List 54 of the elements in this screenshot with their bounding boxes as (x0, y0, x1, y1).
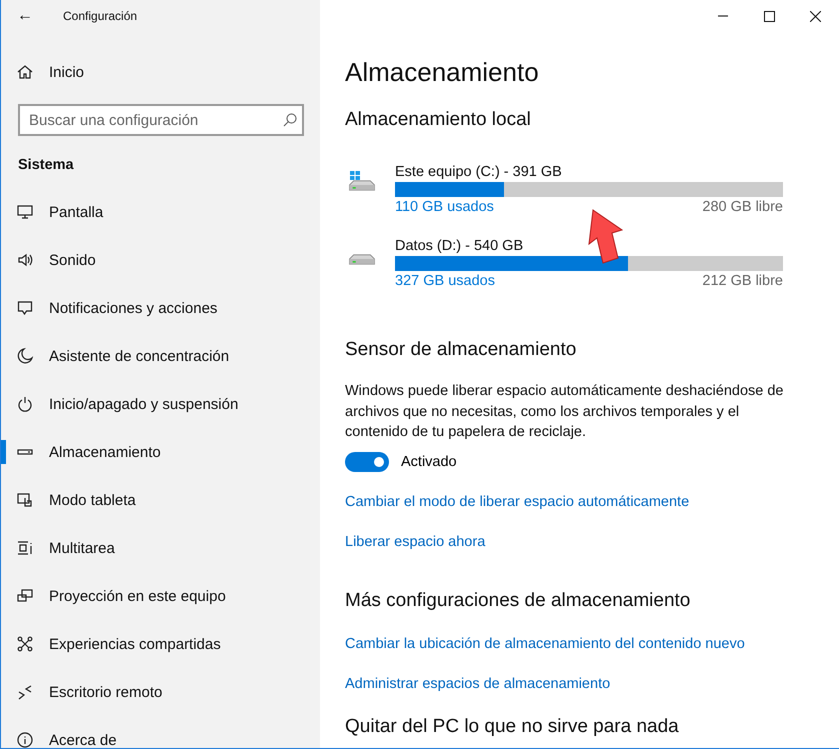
sidebar-item[interactable]: Experiencias compartidas (1, 620, 320, 668)
free-space-label: 280 GB libre (702, 198, 783, 217)
home-icon (17, 64, 33, 80)
link[interactable]: Cambiar el modo de liberar espacio automáticamente (345, 492, 839, 512)
display-icon (17, 204, 33, 220)
back-button[interactable]: ← (1, 0, 49, 32)
message-icon (17, 300, 33, 316)
link[interactable]: Liberar espacio ahora (345, 532, 839, 552)
sidebar-item[interactable]: Notificaciones y acciones (1, 284, 320, 332)
free-space-label: 212 GB libre (702, 272, 783, 291)
link[interactable]: Cambiar la ubicación de almacenamiento del contenido nuevo (345, 634, 839, 654)
description-text: Windows puede liberar espacio automáticamente deshaciéndose de archivos que no necesitas, como los archivos temporales y el contenido de tu papelera de reciclaje. (345, 382, 784, 442)
sidebar-item[interactable]: Modo tableta (1, 476, 320, 524)
share-icon (17, 636, 33, 652)
sidebar-item[interactable]: Multitarea (1, 524, 320, 572)
search-field[interactable]: Buscar una configuración (18, 104, 304, 136)
window-title: Configuración (63, 9, 138, 23)
section-heading: Más configuraciones de almacenamiento (345, 588, 692, 612)
sidebar-item[interactable]: Sonido (1, 236, 320, 284)
section-heading: Sensor de almacenamiento (345, 338, 578, 362)
hard-drive-icon (349, 254, 375, 265)
sidebar-item[interactable]: Asistente de concentración (1, 332, 320, 380)
maximize-icon (764, 10, 774, 22)
info-icon (17, 732, 33, 748)
used-space-link[interactable]: 110 GB usados (395, 197, 494, 217)
sidebar-item[interactable]: Escritorio remoto (1, 668, 320, 716)
projection-icon (17, 588, 33, 604)
toggle-label: Activado (401, 454, 457, 470)
sidebar-item[interactable]: Acerca de (1, 716, 320, 748)
tablet-icon (17, 492, 33, 508)
multitask-icon (17, 540, 33, 556)
link[interactable]: Administrar espacios de almacenamiento (345, 674, 839, 694)
sidebar-item[interactable]: Pantalla (1, 188, 320, 236)
remote-icon (17, 684, 33, 700)
sidebar-item[interactable]: Proyección en este equipo (1, 572, 320, 620)
hard-drive-icon (349, 180, 375, 191)
home-item[interactable]: Inicio (1, 52, 320, 92)
power-icon (17, 396, 33, 412)
section-heading: Sistema (17, 156, 75, 175)
used-space-link[interactable]: 327 GB usados (395, 271, 495, 291)
toggle-switch[interactable] (345, 452, 389, 472)
section-heading: Quitar del PC lo que no sirve para nada (345, 714, 680, 738)
drive-name: Datos (D:) - 540 GB (395, 237, 524, 255)
section-heading: Almacenamiento local (345, 108, 532, 132)
sidebar-item[interactable]: Inicio/apagado y suspensión (1, 380, 320, 428)
speaker-icon (17, 252, 33, 268)
search-icon (282, 112, 298, 128)
minimize-icon (718, 15, 728, 17)
moon-icon (17, 348, 33, 364)
sidebar-item[interactable]: Almacenamiento (1, 428, 320, 476)
drive-name: Este equipo (C:) - 391 GB (395, 163, 563, 181)
close-icon (810, 10, 820, 22)
windows-logo-icon (350, 171, 360, 180)
page-title: Almacenamiento (345, 56, 540, 89)
